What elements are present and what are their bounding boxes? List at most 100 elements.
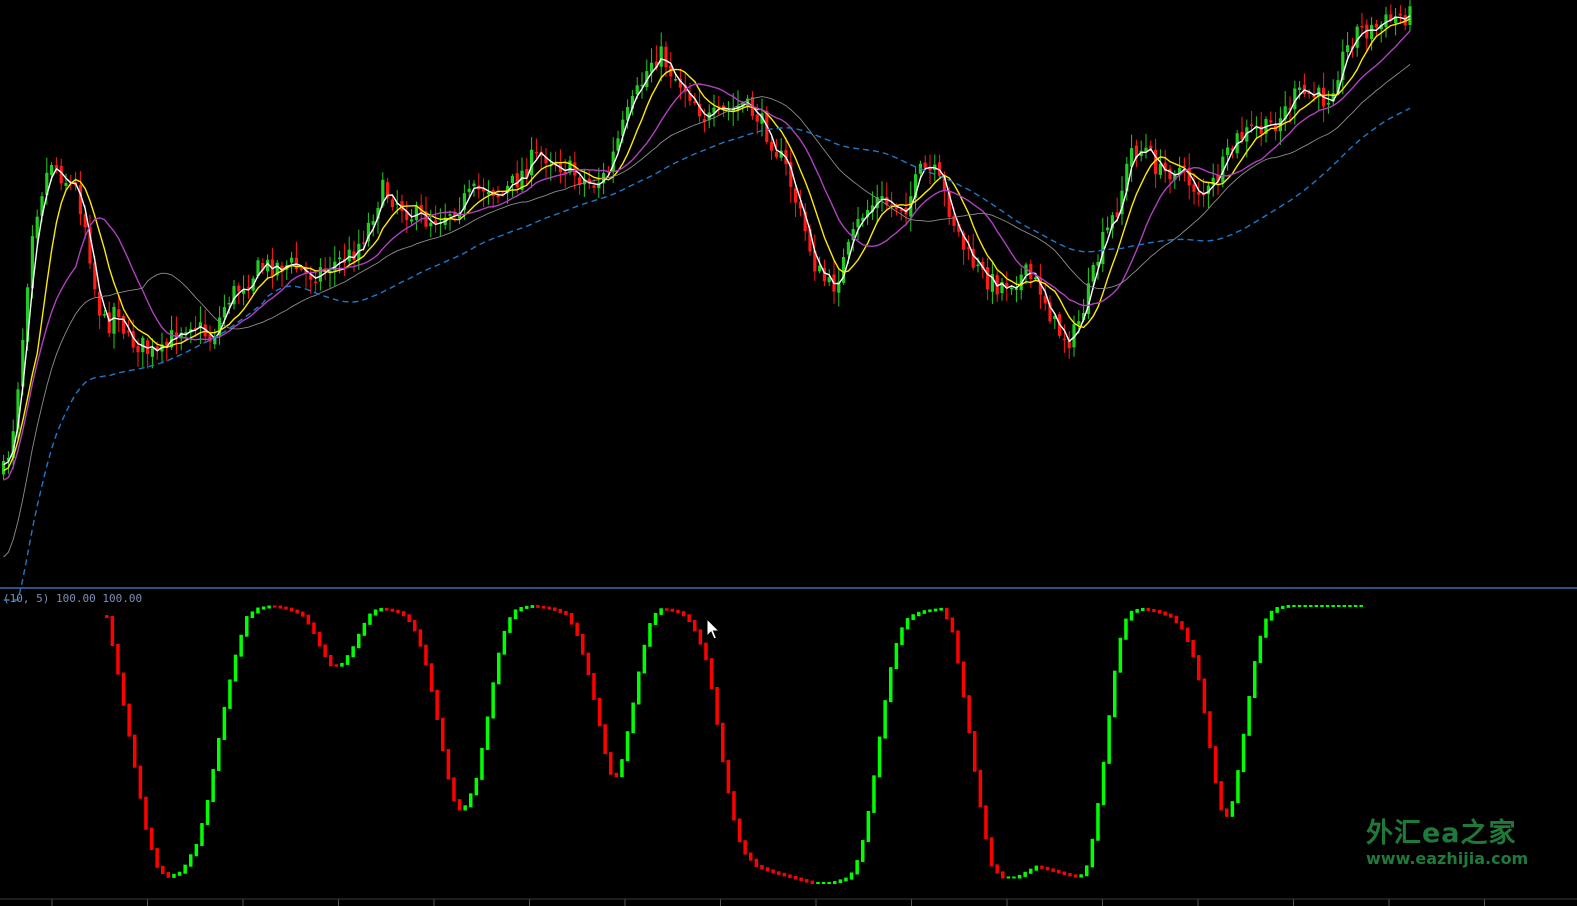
candle-body	[846, 241, 850, 255]
oscillator-bar	[978, 769, 983, 808]
price-chart[interactable]	[0, 0, 1577, 906]
oscillator-bar	[1006, 876, 1011, 879]
oscillator-bar	[553, 607, 557, 611]
oscillator-bar	[1353, 605, 1358, 607]
candle-body	[976, 264, 980, 267]
candle-body	[102, 314, 106, 316]
candle-body	[429, 222, 433, 227]
oscillator-bar	[217, 737, 221, 771]
oscillator-bar	[1359, 605, 1363, 607]
oscillator-bar	[687, 614, 691, 623]
oscillator-bar	[866, 810, 871, 843]
oscillator-bar	[1337, 605, 1341, 607]
oscillator-bar	[945, 607, 949, 620]
oscillator-bar	[961, 661, 966, 698]
oscillator-bar	[155, 848, 159, 868]
oscillator-bar	[1275, 607, 1279, 613]
oscillator-bar	[1292, 605, 1296, 607]
oscillator-bar	[211, 768, 215, 803]
oscillator-bar	[1325, 605, 1330, 607]
oscillator-bar	[676, 609, 680, 614]
candle-body	[410, 219, 414, 222]
candle-body	[1346, 45, 1350, 52]
oscillator-bar	[1169, 613, 1173, 618]
candle-body	[659, 46, 663, 67]
oscillator-bar	[777, 871, 781, 875]
oscillator-bar	[121, 672, 126, 706]
oscillator-bar	[441, 718, 445, 752]
oscillator-bar	[273, 605, 277, 608]
candle-body	[938, 162, 942, 175]
oscillator-bar	[1191, 640, 1195, 658]
oscillator-bar	[452, 777, 456, 802]
candle-body	[534, 151, 538, 154]
oscillator-bar	[995, 864, 999, 874]
oscillator-bar	[340, 662, 344, 667]
oscillator-bar	[1320, 605, 1324, 607]
oscillator-bar	[838, 879, 843, 884]
oscillator-bar	[721, 722, 725, 763]
oscillator-bar	[183, 864, 187, 874]
oscillator-bar	[525, 605, 529, 609]
oscillator-bar	[306, 614, 311, 625]
oscillator-bar	[329, 654, 333, 667]
candle-body	[472, 183, 476, 186]
oscillator-bar	[284, 606, 288, 610]
candle-body	[1370, 24, 1374, 40]
oscillator-bar	[345, 655, 350, 665]
oscillator-bar	[765, 867, 770, 872]
candle-body	[347, 249, 351, 262]
candle-body	[1062, 338, 1066, 341]
oscillator-bar	[749, 852, 753, 861]
oscillator-bar	[670, 608, 675, 612]
oscillator-bar	[1331, 605, 1335, 607]
oscillator-bar	[1286, 605, 1291, 608]
oscillator-bar	[855, 860, 859, 875]
oscillator-bar	[743, 840, 747, 855]
oscillator-bar	[116, 644, 120, 675]
watermark: 外汇ea之家 www.eazhijia.com	[1366, 818, 1536, 868]
oscillator-bar	[239, 634, 243, 657]
candle-body	[1149, 145, 1153, 149]
oscillator-bar	[1219, 781, 1223, 811]
candle-body	[314, 281, 318, 284]
oscillator-bar	[564, 610, 568, 616]
candle-body	[856, 218, 860, 228]
oscillator-bar	[177, 871, 182, 876]
oscillator-bar	[1174, 615, 1179, 624]
candle-body	[664, 46, 668, 68]
oscillator-bar	[637, 671, 641, 705]
candle-body	[338, 257, 342, 260]
oscillator-bar	[161, 865, 165, 875]
oscillator-bar	[1152, 608, 1156, 613]
oscillator-bar	[760, 864, 764, 870]
oscillator-bar	[558, 608, 563, 613]
oscillator-bar	[1073, 874, 1078, 878]
oscillator-bar	[194, 843, 199, 857]
candle-body	[290, 257, 294, 263]
oscillator-bar	[1314, 605, 1319, 607]
candle-body	[1106, 227, 1110, 231]
oscillator-bar	[278, 605, 283, 609]
oscillator-bar	[883, 700, 887, 739]
oscillator-bar	[844, 877, 848, 882]
oscillator-bar	[973, 731, 977, 772]
candle-body	[774, 151, 778, 157]
candle-body	[1091, 264, 1095, 282]
oscillator-bar	[648, 623, 652, 647]
oscillator-bar	[323, 644, 327, 657]
oscillator-bar	[1096, 803, 1100, 841]
candle-body	[486, 192, 490, 195]
oscillator-bar	[805, 879, 809, 883]
oscillator-bar	[1051, 868, 1055, 872]
oscillator-bar	[967, 695, 971, 734]
oscillator-bar	[463, 805, 467, 811]
oscillator-bar	[228, 679, 232, 709]
candle-body	[222, 307, 226, 318]
oscillator-bar	[530, 605, 535, 608]
oscillator-bar	[1342, 605, 1347, 607]
oscillator-bar	[485, 716, 490, 750]
oscillator-bar	[1135, 609, 1139, 613]
oscillator-bar	[256, 607, 260, 614]
oscillator-bar	[1068, 873, 1072, 877]
